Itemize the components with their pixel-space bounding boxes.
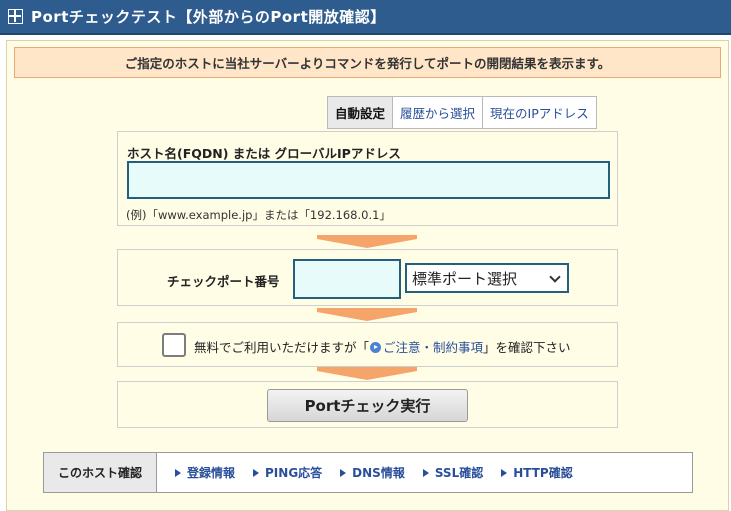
execute-section: Portチェック実行 [117,381,618,428]
link-arrow-icon [370,342,382,353]
standard-port-select-value: 標準ポート選択 [412,269,518,288]
port-check-panel: ご指定のホストに当社サーバーよりコマンドを発行してポートの開閉結果を表示ます。 … [6,40,729,511]
agreement-section: 無料でご利用いただけますが「 ご注意・制約事項」を確認下さい [117,322,618,367]
nav-ping-response[interactable]: PING応答 [253,464,322,481]
title-bar: Portチェックテスト【外部からのPort開放確認】 [0,0,731,35]
nav-dns-info[interactable]: DNS情報 [340,464,405,481]
standard-port-select[interactable]: 標準ポート選択 [405,263,569,293]
tab-history-select[interactable]: 履歴から選択 [392,97,482,128]
triangle-right-icon [175,468,181,477]
terms-link[interactable]: ご注意・制約事項 [383,340,483,355]
down-arrow-icon [317,367,417,380]
port-check-execute-button[interactable]: Portチェック実行 [267,389,468,422]
host-input[interactable] [127,161,610,199]
page-title: Portチェックテスト【外部からのPort開放確認】 [31,8,386,26]
tab-auto-setting[interactable]: 自動設定 [328,97,393,128]
port-input[interactable] [293,259,401,299]
triangle-right-icon [253,468,260,477]
grid-icon [8,9,23,24]
down-arrow-icon [317,308,417,321]
triangle-right-icon [422,468,429,477]
nav-registration-info[interactable]: 登録情報 [175,464,235,481]
host-label: ホスト名(FQDN) または グローバルIPアドレス [127,146,401,161]
nav-ssl-check[interactable]: SSL確認 [422,464,483,481]
nav-http-check[interactable]: HTTP確認 [501,464,573,481]
host-example-text: (例)「www.example.jp」または「192.168.0.1」 [126,208,391,222]
agree-checkbox[interactable] [162,333,186,357]
notice-banner: ご指定のホストに当社サーバーよりコマンドを発行してポートの開閉結果を表示ます。 [14,47,721,78]
host-section: ホスト名(FQDN) または グローバルIPアドレス (例)「www.examp… [117,131,618,226]
host-source-tabs: 自動設定 履歴から選択 現在のIPアドレス [327,96,597,129]
triangle-right-icon [340,468,347,477]
port-section: チェックポート番号 標準ポート選択 [117,249,618,306]
host-check-nav: このホスト確認 登録情報 PING応答 DNS情報 SSL確認 HTTP確認 [43,452,693,493]
port-label: チェックポート番号 [167,274,280,289]
tab-current-ip[interactable]: 現在のIPアドレス [482,97,596,128]
triangle-right-icon [501,468,508,477]
host-check-nav-title: このホスト確認 [44,453,157,492]
down-arrow-icon [317,235,417,248]
chevron-down-icon [549,271,561,283]
agreement-text: 無料でご利用いただけますが「 ご注意・制約事項」を確認下さい [194,340,571,355]
